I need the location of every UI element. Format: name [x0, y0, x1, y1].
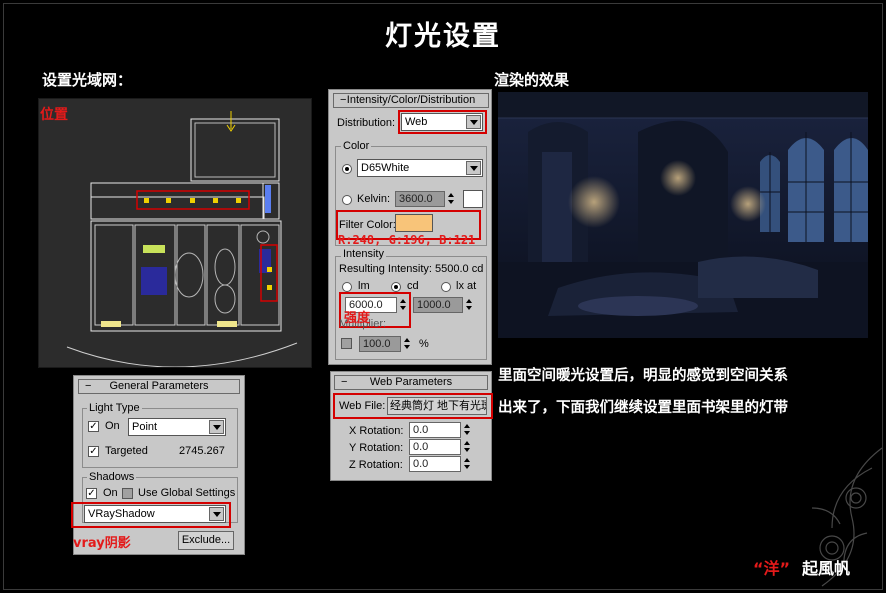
floor-plan-drawing — [66, 111, 298, 367]
unit-lm-radio[interactable] — [342, 282, 352, 292]
collapse-icon: − — [340, 94, 347, 106]
left-heading: 设置光域网： — [42, 71, 133, 89]
spinner-arrows-icon[interactable] — [464, 297, 474, 313]
shadow-type-highlight — [71, 502, 231, 528]
color-preset-value: D65White — [361, 162, 410, 174]
x-rotation-spinner[interactable]: 0.0 — [409, 422, 461, 438]
shadows-group-label: Shadows — [87, 471, 137, 483]
spinner-arrows-icon[interactable] — [462, 439, 472, 455]
right-heading: 渲染的效果 — [494, 71, 570, 89]
intensity-rollout-header[interactable]: − Intensity/Color/Distribution — [333, 93, 489, 108]
signature-quote-close: ” — [779, 559, 790, 578]
brightness-annotation: 强度 — [344, 311, 371, 326]
general-parameters-panel: − General Parameters Light Type ✓ On Poi… — [71, 375, 245, 555]
intensity-group-label: Intensity — [341, 248, 386, 260]
plan-sofa-highlight — [143, 245, 165, 253]
z-rotation-label: Z Rotation: — [349, 459, 403, 471]
use-global-label: Use Global Settings — [138, 487, 236, 499]
chevron-down-icon — [209, 420, 224, 434]
exclude-button[interactable]: Exclude... — [178, 531, 234, 550]
shadows-on-checkbox[interactable]: ✓ — [86, 488, 97, 499]
resulting-intensity: Resulting Intensity: 5500.0 cd — [339, 263, 484, 275]
collapse-icon: − — [341, 376, 348, 388]
multiplier-spinner[interactable]: 100.0 — [359, 336, 401, 352]
kelvin-color-swatch[interactable] — [463, 190, 483, 208]
vray-shadow-annotation: vray阴影 — [73, 536, 131, 551]
light-type-group-label: Light Type — [87, 402, 142, 414]
intensity-rollout-title: Intensity/Color/Distribution — [346, 94, 476, 106]
general-rollout-title: General Parameters — [109, 380, 209, 392]
web-rollout-title: Web Parameters — [369, 376, 453, 388]
page-title: 灯光设置 — [385, 21, 501, 52]
chevron-down-icon — [466, 161, 481, 175]
x-rotation-label: X Rotation: — [349, 425, 404, 437]
signature-quote-open: “ — [752, 559, 764, 578]
color-preset-dropdown[interactable]: D65White — [357, 159, 483, 177]
shadows-on-label: On — [103, 487, 118, 499]
floor-plan-viewport[interactable] — [38, 98, 312, 368]
kelvin-label: Kelvin: — [357, 193, 391, 205]
distance-spinner[interactable]: 1000.0 — [413, 297, 463, 313]
light-on-checkbox[interactable]: ✓ — [88, 421, 99, 432]
targeted-label: Targeted — [105, 445, 148, 457]
light-type-value: Point — [132, 421, 158, 433]
kelvin-radio[interactable] — [342, 195, 352, 205]
spinner-arrows-icon[interactable] — [462, 456, 472, 472]
position-label: 位置 — [40, 107, 68, 123]
description-line-2: 出来了，下面我们继续设置里面书架里的灯带 — [498, 400, 788, 416]
unit-cd-label: cd — [407, 280, 419, 292]
target-distance: 2745.267 — [179, 445, 225, 457]
spinner-arrows-icon[interactable] — [462, 422, 472, 438]
signature: “洋” 起風帆 — [753, 555, 850, 579]
web-rollout-header[interactable]: − Web Parameters — [334, 375, 488, 390]
unit-lxat-label: lx at — [456, 280, 477, 292]
signature-name: 洋 — [763, 559, 780, 578]
multiplier-checkbox[interactable] — [341, 338, 352, 349]
web-parameters-panel: − Web Parameters Web File: 经典筒灯 地下有光斑 X … — [330, 371, 493, 481]
collapse-icon: − — [85, 380, 92, 392]
unit-lm-label: lm — [358, 280, 370, 292]
light-on-label: On — [105, 420, 120, 432]
description-line-1: 里面空间暖光设置后，明显的感觉到空间关系 — [498, 368, 788, 384]
light-type-dropdown[interactable]: Point — [128, 418, 226, 436]
render-result-image — [498, 92, 868, 338]
render-scene — [498, 92, 868, 338]
distribution-label: Distribution: — [337, 117, 396, 129]
spinner-arrows-icon[interactable] — [446, 191, 456, 207]
preset-radio[interactable] — [342, 164, 352, 174]
unit-cd-radio[interactable] — [391, 282, 401, 292]
rgb-annotation: R:248, G:196, B:121 — [338, 233, 476, 247]
general-rollout-header[interactable]: − General Parameters — [78, 379, 240, 394]
color-group-label: Color — [341, 140, 372, 152]
z-rotation-spinner[interactable]: 0.0 — [409, 456, 461, 472]
spinner-arrows-icon[interactable] — [402, 336, 412, 352]
kelvin-spinner[interactable]: 3600.0 — [395, 191, 445, 207]
light-type-group — [82, 408, 238, 468]
percent-label: % — [419, 338, 429, 350]
distribution-highlight — [398, 110, 487, 134]
use-global-checkbox[interactable] — [122, 488, 133, 499]
signature-rest: 起風帆 — [801, 559, 850, 578]
web-file-highlight — [333, 393, 493, 419]
unit-lxat-radio[interactable] — [441, 282, 451, 292]
y-rotation-spinner[interactable]: 0.0 — [409, 439, 461, 455]
y-rotation-label: Y Rotation: — [349, 442, 404, 454]
targeted-checkbox[interactable]: ✓ — [88, 446, 99, 457]
